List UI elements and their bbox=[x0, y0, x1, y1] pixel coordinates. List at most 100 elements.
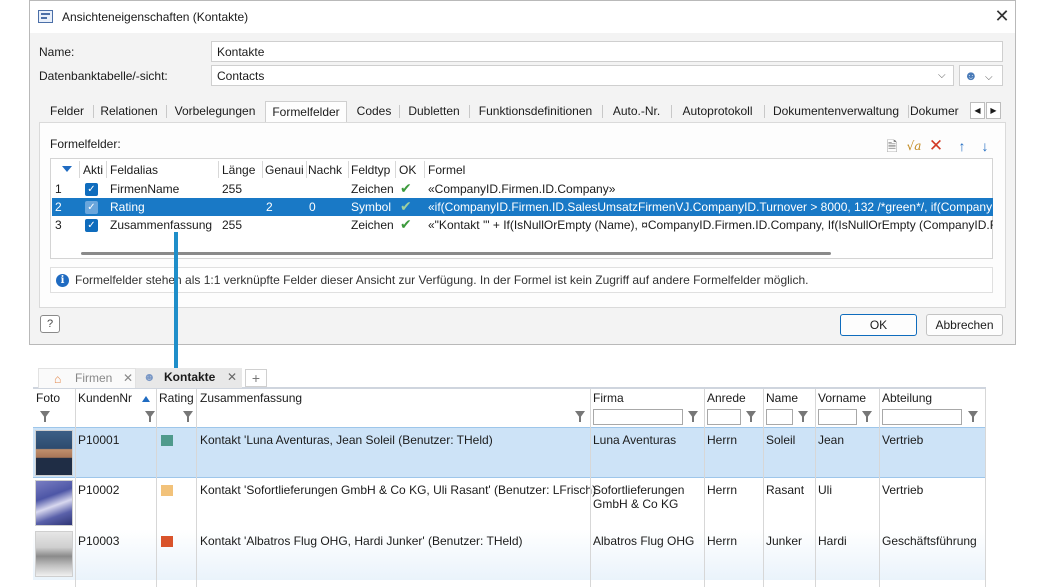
close-icon[interactable]: ✕ bbox=[123, 369, 133, 388]
col-separator bbox=[815, 389, 816, 587]
arrow-down-icon[interactable]: ↓ bbox=[977, 138, 993, 154]
filter-icon[interactable] bbox=[145, 411, 155, 422]
col-header-kundennr[interactable]: KundenNr bbox=[78, 391, 132, 405]
col-header-feldtyp[interactable]: Feldtyp bbox=[351, 163, 395, 177]
db-combobox[interactable]: Contacts ⌵ bbox=[211, 65, 954, 86]
aktiv-checkbox[interactable]: ✓ bbox=[85, 219, 98, 232]
cancel-button[interactable]: Abbrechen bbox=[926, 314, 1003, 336]
col-header-feldalias[interactable]: Feldalias bbox=[110, 163, 215, 177]
tab-funktionsdefinitionen[interactable]: Funktionsdefinitionen bbox=[471, 101, 600, 122]
formula-fields-grid[interactable]: Akti Feldalias Länge Genaui Nachk Feldty… bbox=[50, 158, 993, 259]
col-header-foto[interactable]: Foto bbox=[36, 391, 60, 405]
tab-kontakte[interactable]: ☻ Kontakte ✕ bbox=[136, 368, 242, 388]
col-header-genauigkeit[interactable]: Genaui bbox=[265, 163, 305, 177]
name-cell: Junker bbox=[766, 534, 803, 548]
kundennr-cell: P10002 bbox=[78, 483, 120, 497]
tab-formelfelder[interactable]: Formelfelder bbox=[265, 101, 347, 122]
col-header-abteilung[interactable]: Abteilung bbox=[882, 391, 932, 405]
tab-separator bbox=[469, 105, 470, 118]
col-separator bbox=[156, 389, 157, 587]
tab-vorbelegungen[interactable]: Vorbelegungen bbox=[167, 101, 263, 122]
tab-autoprotokoll[interactable]: Autoprotokoll bbox=[673, 101, 762, 122]
col-separator bbox=[704, 389, 705, 587]
window-icon bbox=[38, 10, 53, 23]
filter-input-firma[interactable] bbox=[593, 409, 683, 425]
ok-button[interactable]: OK bbox=[840, 314, 917, 336]
filter-input-anrede[interactable] bbox=[707, 409, 741, 425]
tab-felder[interactable]: Felder bbox=[42, 101, 92, 122]
tab-dokumentenverwaltung[interactable]: Dokumentenverwaltung bbox=[766, 101, 906, 122]
col-separator bbox=[106, 161, 107, 178]
aktiv-checkbox[interactable]: ✓ bbox=[85, 183, 98, 196]
table-row[interactable]: P10003 Kontakt 'Albatros Flug OHG, Hardi… bbox=[33, 529, 986, 580]
delete-icon[interactable]: ✕ bbox=[928, 137, 944, 154]
feldtyp-cell: Symbol bbox=[351, 200, 392, 214]
abteilung-cell: Vertrieb bbox=[882, 483, 924, 497]
filter-icon[interactable] bbox=[968, 411, 978, 422]
col-header-vorname[interactable]: Vorname bbox=[818, 391, 866, 405]
horizontal-scrollbar[interactable] bbox=[81, 252, 831, 255]
feldtyp-cell: Zeichen bbox=[351, 218, 394, 232]
contact-photo bbox=[35, 531, 73, 577]
col-header-firma[interactable]: Firma bbox=[593, 391, 624, 405]
aktiv-checkbox[interactable]: ✓ bbox=[85, 201, 98, 214]
filter-icon[interactable] bbox=[183, 411, 193, 422]
table-row-selected[interactable]: 2 ✓ Rating 2 0 Symbol ✔ «if(CompanyID.Fi… bbox=[52, 198, 993, 216]
filter-icon[interactable] bbox=[746, 411, 756, 422]
vorname-cell: Jean bbox=[818, 433, 845, 447]
col-header-aktiv[interactable]: Akti bbox=[83, 163, 105, 177]
sort-asc-icon[interactable] bbox=[142, 396, 150, 402]
feldalias-cell: Zusammenfassung bbox=[110, 218, 213, 232]
feldalias-cell: FirmenName bbox=[110, 182, 180, 196]
info-bar: i Formelfelder stehen als 1:1 verknüpfte… bbox=[50, 267, 993, 293]
filter-icon[interactable] bbox=[798, 411, 808, 422]
zusammenfassung-cell: Kontakt 'Luna Aventuras, Jean Soleil (Be… bbox=[200, 433, 493, 447]
new-tab-button[interactable]: + bbox=[245, 369, 267, 387]
col-header-ok[interactable]: OK bbox=[399, 163, 423, 177]
col-header-laenge[interactable]: Länge bbox=[222, 163, 260, 177]
filter-input-name[interactable] bbox=[766, 409, 793, 425]
filter-input-abteilung[interactable] bbox=[882, 409, 962, 425]
col-header-rating[interactable]: Rating bbox=[159, 391, 194, 405]
tab-auto-nr[interactable]: Auto.-Nr. bbox=[604, 101, 669, 122]
annotation-arrow-line bbox=[174, 232, 178, 372]
table-row[interactable]: P10002 Kontakt 'Sofortlieferungen GmbH &… bbox=[33, 478, 986, 529]
tab-scroll-left-icon[interactable]: ◀ bbox=[970, 102, 985, 119]
row-number: 3 bbox=[55, 218, 62, 232]
filter-icon[interactable] bbox=[40, 411, 50, 422]
info-icon: i bbox=[56, 274, 69, 287]
col-separator bbox=[879, 389, 880, 587]
laenge-cell: 255 bbox=[222, 182, 243, 196]
name-field[interactable]: Kontakte bbox=[211, 41, 1003, 62]
contacts-grid[interactable]: Foto KundenNr Rating Zusammenfassung Fir… bbox=[33, 388, 986, 587]
firma-cell-line2: GmbH & Co KG bbox=[593, 497, 679, 511]
col-header-zusammenfassung[interactable]: Zusammenfassung bbox=[200, 391, 302, 405]
filter-icon[interactable] bbox=[862, 411, 872, 422]
table-row[interactable]: 3 ✓ Zusammenfassung 255 Zeichen ✔ «"Kont… bbox=[52, 216, 993, 234]
close-icon[interactable]: ✕ bbox=[227, 368, 237, 387]
tab-codes[interactable]: Codes bbox=[350, 101, 398, 122]
tab-separator bbox=[399, 105, 400, 118]
close-icon[interactable]: ✕ bbox=[991, 6, 1013, 28]
col-header-nachkomma[interactable]: Nachk bbox=[308, 163, 348, 177]
sort-desc-icon[interactable] bbox=[62, 166, 72, 172]
help-icon[interactable]: ? bbox=[40, 315, 60, 333]
col-header-anrede[interactable]: Anrede bbox=[707, 391, 746, 405]
filter-icon[interactable] bbox=[688, 411, 698, 422]
arrow-up-icon[interactable]: ↑ bbox=[954, 138, 970, 154]
filter-input-vorname[interactable] bbox=[818, 409, 857, 425]
tab-scroll-right-icon[interactable]: ▶ bbox=[986, 102, 1001, 119]
view-type-button[interactable]: ☻ ⌵ bbox=[959, 65, 1003, 86]
col-header-name[interactable]: Name bbox=[766, 391, 798, 405]
col-separator bbox=[424, 161, 425, 178]
formula-icon[interactable]: √a bbox=[906, 138, 922, 154]
tab-dokumer[interactable]: Dokumer bbox=[910, 101, 970, 122]
filter-icon[interactable] bbox=[575, 411, 585, 422]
table-row[interactable]: 1 ✓ FirmenName 255 Zeichen ✔ «CompanyID.… bbox=[52, 180, 993, 198]
tab-firmen[interactable]: ⌂ Firmen ✕ bbox=[38, 368, 136, 388]
new-field-icon[interactable]: 🗎 bbox=[884, 138, 900, 154]
tab-dubletten[interactable]: Dubletten bbox=[401, 101, 467, 122]
col-header-formel[interactable]: Formel bbox=[428, 163, 528, 177]
table-row-selected[interactable]: P10001 Kontakt 'Luna Aventuras, Jean Sol… bbox=[33, 427, 986, 478]
tab-relationen[interactable]: Relationen bbox=[94, 101, 164, 122]
